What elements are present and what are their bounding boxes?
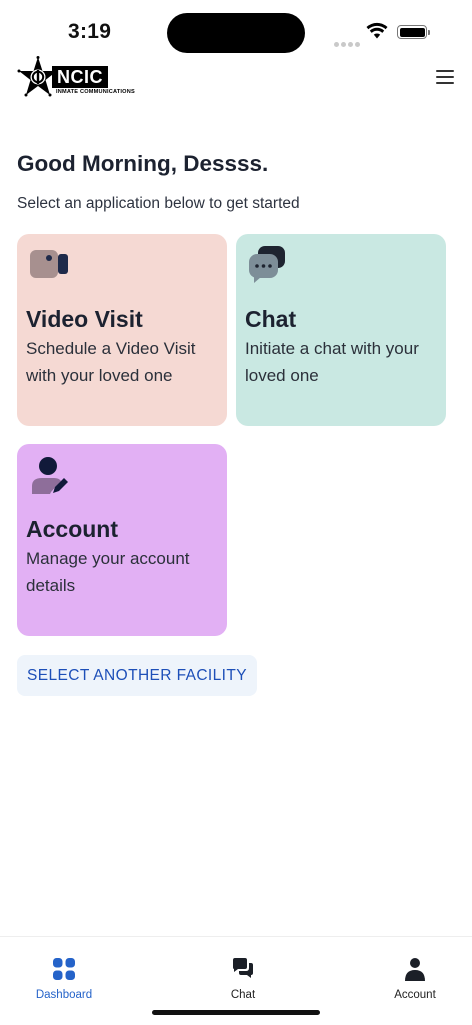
account-card[interactable]: Account Manage your account details	[17, 444, 227, 636]
status-time: 3:19	[68, 20, 112, 43]
greeting-heading: Good Morning, Dessss.	[17, 151, 269, 176]
dynamic-island	[167, 13, 305, 53]
tab-chat[interactable]: Chat	[198, 957, 288, 1001]
hamburger-menu-icon[interactable]	[436, 70, 454, 84]
video-camera-icon	[30, 250, 68, 278]
signal-dots-icon	[334, 34, 362, 52]
battery-icon	[397, 25, 430, 39]
tab-dashboard[interactable]: Dashboard	[19, 957, 109, 1001]
video-visit-description: Schedule a Video Visit with your loved o…	[26, 339, 196, 385]
account-description: Manage your account details	[26, 549, 190, 595]
status-bar: 3:19	[0, 0, 472, 60]
video-visit-title: Video Visit	[26, 306, 143, 332]
tab-dashboard-label: Dashboard	[35, 989, 93, 1001]
ncic-logo: NCIC INMATE COMMUNICATIONS	[16, 56, 135, 100]
user-edit-icon	[32, 457, 68, 494]
tab-chat-label: Chat	[230, 989, 256, 1001]
logo-subtext: INMATE COMMUNICATIONS	[56, 89, 135, 95]
chat-description: Initiate a chat with your loved one	[245, 339, 419, 385]
chat-title: Chat	[245, 306, 297, 332]
video-visit-card[interactable]: Video Visit Schedule a Video Visit with …	[17, 234, 227, 426]
logo-wordmark: NCIC	[52, 66, 108, 88]
chat-card[interactable]: Chat Initiate a chat with your loved one	[236, 234, 446, 426]
select-another-facility-button[interactable]: SELECT ANOTHER FACILITY	[17, 655, 257, 696]
tab-account-label: Account	[394, 989, 436, 1001]
wifi-icon	[366, 22, 388, 39]
account-person-icon	[405, 958, 425, 981]
dashboard-grid-icon	[53, 958, 75, 980]
chat-bubbles-icon	[249, 246, 285, 283]
subtitle-text: Select an application below to get start…	[17, 195, 300, 212]
chat-icon	[233, 958, 253, 978]
tab-account[interactable]: Account	[370, 957, 460, 1001]
home-indicator[interactable]	[152, 1010, 320, 1015]
account-title: Account	[26, 516, 118, 542]
